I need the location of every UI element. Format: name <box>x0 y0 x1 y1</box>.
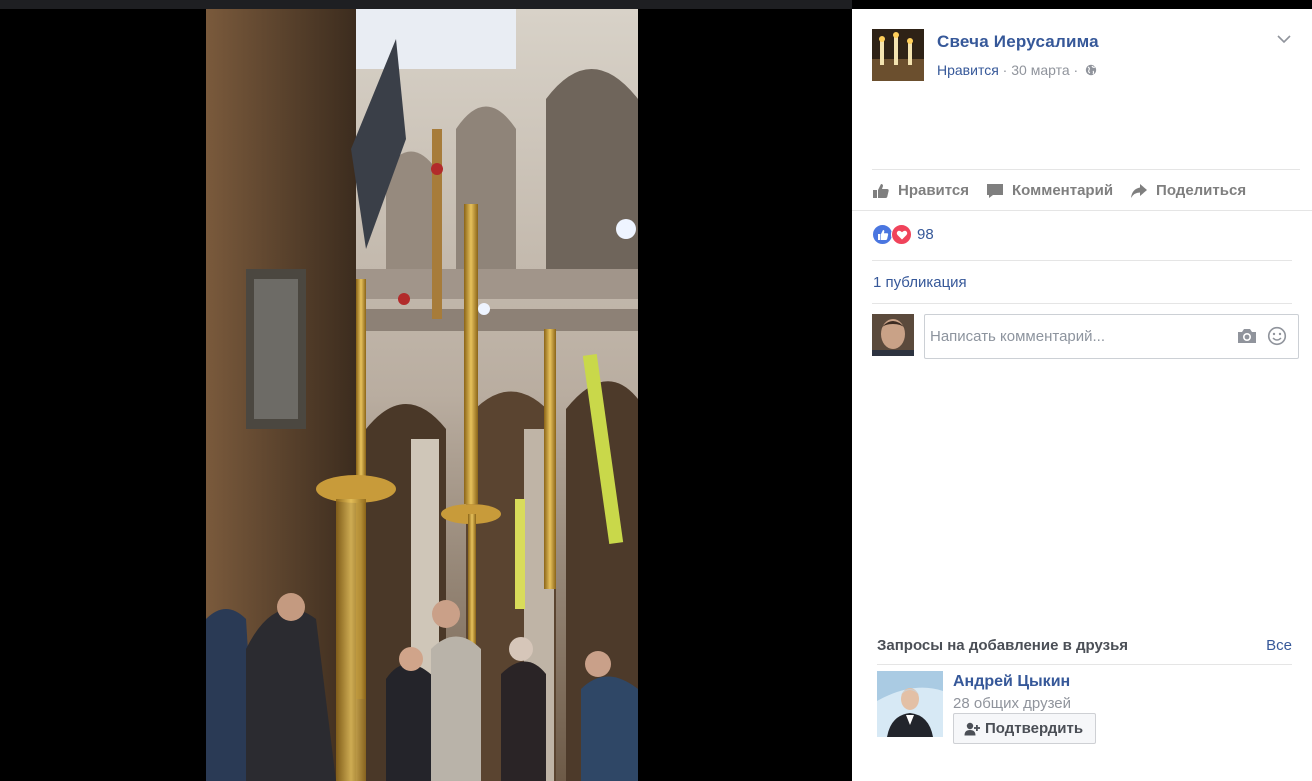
comment-button-label: Комментарий <box>1012 182 1114 199</box>
church-interior-image <box>206 9 638 781</box>
page-avatar[interactable] <box>872 29 924 81</box>
comment-composer <box>872 314 1299 359</box>
page-like-link[interactable]: Нравится <box>937 62 999 78</box>
friend-request-name[interactable]: Андрей Цыкин <box>953 673 1070 691</box>
reactions-summary[interactable]: 98 <box>872 224 934 245</box>
camera-icon[interactable] <box>1237 328 1257 344</box>
like-button-label: Нравится <box>898 182 970 199</box>
love-reaction-icon <box>891 224 912 245</box>
globe-icon <box>1085 64 1097 76</box>
post-side-panel: Свеча Иерусалима Нравится · 30 марта · Н… <box>852 9 1312 781</box>
divider <box>872 260 1292 261</box>
thumbs-up-icon <box>873 183 889 198</box>
share-button-label: Поделиться <box>1156 182 1247 199</box>
mutual-friends-count[interactable]: 28 общих друзей <box>953 695 1071 712</box>
reaction-count[interactable]: 98 <box>917 226 934 243</box>
friend-requests-title: Запросы на добавление в друзья <box>877 637 1129 654</box>
add-friend-icon <box>964 722 980 735</box>
post-date[interactable]: 30 марта <box>1011 62 1069 78</box>
confirm-button-label: Подтвердить <box>985 720 1084 737</box>
confirm-friend-button[interactable]: Подтвердить <box>953 713 1097 744</box>
divider <box>872 303 1292 304</box>
divider <box>852 210 1312 211</box>
post-actions-bar: Нравится Комментарий Поделиться <box>872 169 1300 211</box>
meta-separator: · <box>1002 62 1008 78</box>
see-all-link[interactable]: Все <box>1266 637 1292 654</box>
share-arrow-icon <box>1131 183 1148 198</box>
chevron-down-icon[interactable] <box>1276 33 1292 45</box>
photo-viewer <box>0 9 852 781</box>
share-button[interactable]: Поделиться <box>1130 182 1246 199</box>
meta-separator: · <box>1073 62 1079 78</box>
divider <box>877 664 1292 665</box>
like-reaction-icon <box>872 224 893 245</box>
top-bar-strip <box>0 0 852 9</box>
smiley-icon[interactable] <box>1267 326 1287 346</box>
friend-request-avatar[interactable] <box>877 671 943 737</box>
user-avatar[interactable] <box>872 314 914 356</box>
like-button[interactable]: Нравится <box>872 182 969 199</box>
shares-link[interactable]: 1 публикация <box>873 274 967 291</box>
comment-icon <box>987 183 1004 198</box>
post-photo[interactable] <box>206 9 638 781</box>
page-name-link[interactable]: Свеча Иерусалима <box>937 32 1099 52</box>
comment-button[interactable]: Комментарий <box>986 182 1113 199</box>
post-meta: Нравится · 30 марта · <box>937 62 1097 78</box>
post-header: Свеча Иерусалима Нравится · 30 марта · <box>872 29 1292 89</box>
